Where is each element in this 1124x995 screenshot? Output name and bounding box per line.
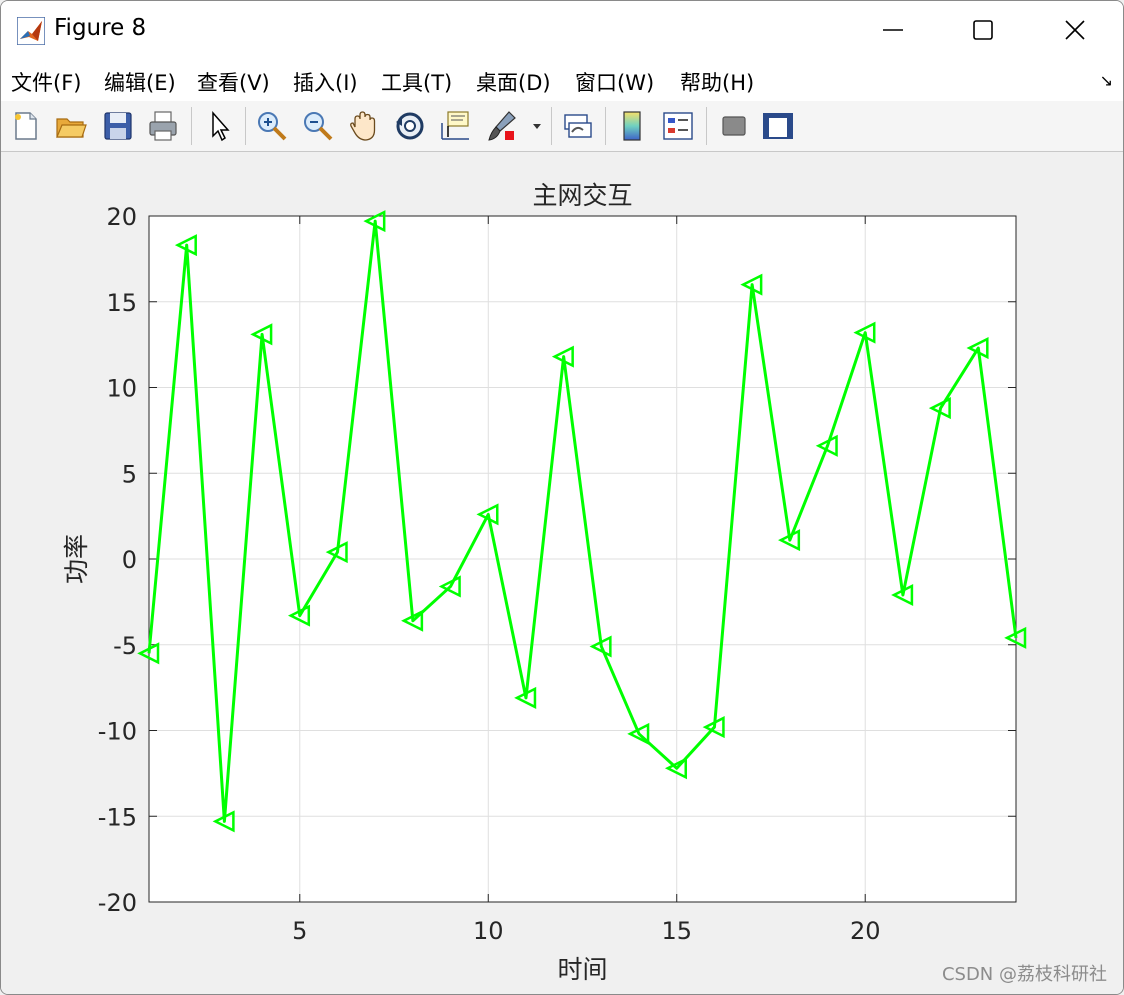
- data-cursor-icon[interactable]: [439, 109, 473, 143]
- pan-icon[interactable]: [347, 109, 381, 143]
- hide-plot-tools-icon[interactable]: [717, 109, 751, 143]
- matlab-logo-icon: [17, 17, 45, 45]
- y-axis-label: 功率: [62, 534, 91, 584]
- figure-toolbar: [1, 101, 1123, 152]
- pointer-icon[interactable]: [203, 109, 237, 143]
- new-figure-icon[interactable]: [9, 109, 43, 143]
- menu-bar: 文件(F) 编辑(E) 查看(V) 插入(I) 工具(T) 桌面(D) 窗口(W…: [1, 59, 1123, 102]
- show-plot-tools-icon[interactable]: [761, 109, 795, 143]
- y-tick-label: -10: [98, 718, 137, 746]
- chevron-down-icon[interactable]: [527, 109, 547, 143]
- print-icon[interactable]: [146, 109, 180, 143]
- maximize-button[interactable]: [937, 1, 1029, 59]
- window-title: Figure 8: [54, 15, 147, 41]
- menu-edit[interactable]: 编辑(E): [104, 67, 176, 97]
- toolbar-separator: [706, 107, 707, 145]
- open-file-icon[interactable]: [54, 109, 88, 143]
- rotate-icon[interactable]: [393, 109, 427, 143]
- y-tick-label: 20: [106, 203, 137, 231]
- toolbar-separator: [245, 107, 246, 145]
- legend-icon[interactable]: [661, 109, 695, 143]
- y-tick-label: 10: [106, 375, 137, 403]
- menu-help[interactable]: 帮助(H): [680, 67, 754, 97]
- close-button[interactable]: [1029, 1, 1121, 59]
- toolbar-separator: [551, 107, 552, 145]
- menu-view[interactable]: 查看(V): [197, 67, 270, 97]
- y-tick-label: -5: [113, 632, 137, 660]
- menu-desktop[interactable]: 桌面(D): [476, 67, 551, 97]
- watermark: CSDN @荔枝科研社: [941, 964, 1107, 985]
- menu-window[interactable]: 窗口(W): [575, 67, 654, 97]
- toolbar-separator: [605, 107, 606, 145]
- chart-title: 主网交互: [532, 181, 632, 210]
- x-tick-label: 15: [661, 917, 692, 945]
- y-tick-label: 5: [122, 460, 137, 488]
- y-tick-label: 0: [122, 546, 137, 574]
- y-tick-label: 15: [106, 289, 137, 317]
- menu-insert[interactable]: 插入(I): [293, 67, 358, 97]
- figure-window: Figure 8 文件(F) 编辑(E) 查看(V) 插入(I) 工具(T) 桌…: [0, 0, 1124, 995]
- x-tick-label: 20: [850, 917, 881, 945]
- title-bar[interactable]: Figure 8: [1, 1, 1123, 59]
- save-icon[interactable]: [101, 109, 135, 143]
- close-icon: [1065, 20, 1085, 40]
- minimize-icon: [883, 29, 903, 31]
- y-tick-label: -15: [98, 803, 137, 831]
- y-tick-label: -20: [98, 889, 137, 917]
- menu-tools[interactable]: 工具(T): [381, 67, 452, 97]
- line-chart[interactable]: 5 10 15 20 -20 -15 -10 -5 0 5 10 15 20 主网交互时间 功率: [1, 152, 1123, 994]
- x-tick-label: 10: [473, 917, 504, 945]
- x-axis-label: 时间: [557, 955, 607, 984]
- colorbar-icon[interactable]: [615, 109, 649, 143]
- zoom-out-icon[interactable]: [301, 109, 335, 143]
- minimize-button[interactable]: [847, 1, 939, 59]
- toolbar-separator: [191, 107, 192, 145]
- zoom-in-icon[interactable]: [255, 109, 289, 143]
- x-tick-label: 5: [292, 917, 307, 945]
- figure-canvas[interactable]: 5 10 15 20 -20 -15 -10 -5 0 5 10 15 20 主网交互时间 功率: [1, 152, 1123, 994]
- menu-file[interactable]: 文件(F): [11, 67, 81, 97]
- maximize-icon: [973, 20, 993, 40]
- brush-icon[interactable]: [485, 109, 519, 143]
- dock-arrow-icon[interactable]: ↘: [1100, 71, 1113, 90]
- link-plot-icon[interactable]: [561, 109, 595, 143]
